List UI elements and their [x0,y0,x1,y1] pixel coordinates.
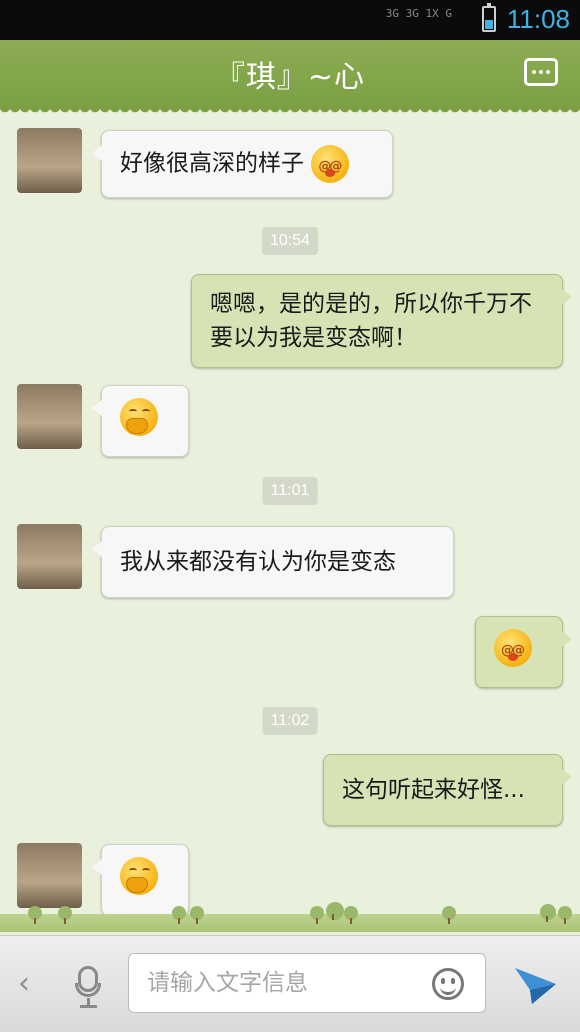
tree-icon [540,904,556,922]
message-bubble-outgoing[interactable] [475,616,572,688]
message-text: 这句听起来好怪... [342,777,525,803]
timestamp: 11:02 [262,707,318,735]
tree-icon [326,902,344,920]
more-options-button[interactable] [524,58,558,86]
message-text: 我从来都没有认为你是变态 [120,549,396,575]
tree-icon [310,906,324,924]
microphone-base [80,1005,97,1008]
battery-icon [482,3,496,32]
tree-icon [58,906,72,924]
message-text: 好像很高深的样子 [120,150,304,177]
message-bubble-incoming[interactable]: 好像很高深的样子 [92,130,393,198]
contact-avatar[interactable] [17,524,82,589]
timestamp: 11:01 [262,477,318,505]
message-bubble-incoming[interactable]: 我从来都没有认为你是变态 [92,526,454,598]
message-bubble-outgoing[interactable]: 嗯嗯，是的是的，所以你千万不要以为我是变态啊！ [191,274,572,368]
message-input-bar: ‹ [0,935,580,1032]
message-bubble-outgoing[interactable]: 这句听起来好怪... [323,754,572,826]
chat-header: 『琪』~心 [0,40,580,114]
shy-emoji-icon [120,398,158,436]
chevron-left-icon[interactable]: ‹ [18,966,30,1001]
timestamp: 10:54 [261,227,319,255]
message-bubble-incoming[interactable] [92,385,189,457]
dizzy-emoji-icon [494,629,532,668]
tree-icon [344,906,358,924]
dizzy-emoji-icon [311,145,350,184]
network-indicator: 3G 3G 1X G [385,7,452,20]
contact-avatar[interactable] [17,384,82,449]
message-text: 嗯嗯，是的是的，所以你千万不要以为我是变态啊！ [210,291,532,351]
smiley-icon[interactable] [432,968,464,1000]
status-time: 11:08 [506,4,570,34]
tree-icon [28,906,42,924]
status-bar: 3G 3G 1X G 11:08 [0,0,580,40]
send-icon[interactable] [512,962,558,1008]
tree-icon [172,906,186,924]
tree-icon [190,906,204,924]
tree-icon [442,906,456,924]
contact-avatar[interactable] [17,128,82,193]
chat-title: 『琪』~心 [214,60,366,95]
background-scenery [0,892,580,932]
tree-icon [558,906,572,924]
shy-emoji-icon [120,857,158,895]
microphone-icon [75,966,101,997]
message-list: 好像很高深的样子 10:54 嗯嗯，是的是的，所以你千万不要以为我是变态啊！ 1… [0,108,580,938]
